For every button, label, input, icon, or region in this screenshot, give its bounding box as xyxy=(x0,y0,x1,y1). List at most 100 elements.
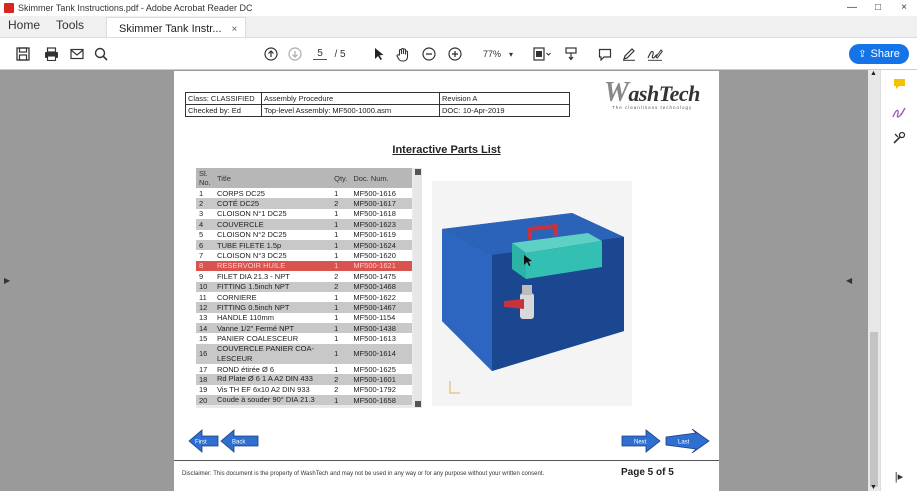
parts-cell-title: Coude à souder 90° DIA 21.3 xyxy=(213,395,332,406)
page-number-input[interactable]: 5 xyxy=(312,44,328,64)
parts-row[interactable]: 8 RESERVOIR HUILE 1 MF500-1621 xyxy=(196,260,412,272)
parts-cell-qty: 1 xyxy=(331,363,351,375)
parts-cell-doc: MF500-1617 xyxy=(350,198,412,209)
parts-scroll-down[interactable] xyxy=(415,401,421,407)
select-pointer-icon[interactable] xyxy=(370,44,388,64)
parts-row[interactable]: 19 Vis TH EF 6x10 A2 DIN 933 2 MF500-1792 xyxy=(196,384,412,396)
zoom-level-select[interactable]: 77% ▾ xyxy=(478,44,518,64)
menu-bar: Home Tools Skimmer Tank Instr... × xyxy=(0,16,917,38)
sign-icon[interactable] xyxy=(646,44,664,64)
minimize-button[interactable]: — xyxy=(839,0,865,16)
parts-row[interactable]: 17 ROND étirée Ø 6 1 MF500-1625 xyxy=(196,363,412,375)
parts-cell-title: Vis TH EF 6x10 A2 DIN 933 xyxy=(213,384,332,396)
scrollbar-thumb[interactable] xyxy=(870,332,878,487)
print-icon[interactable] xyxy=(42,44,60,64)
parts-cell-qty: 1 xyxy=(331,395,351,406)
parts-row[interactable]: 10 FITTING 1.5inch NPT 2 MF500-1468 xyxy=(196,281,412,292)
close-window-button[interactable]: × xyxy=(891,0,917,16)
parts-row[interactable]: 9 FILET DIA 21.3 - NPT 2 MF500-1475 xyxy=(196,271,412,282)
scroll-up-icon[interactable]: ▲ xyxy=(870,70,877,77)
menu-home[interactable]: Home xyxy=(0,18,48,37)
parts-cell-title: HANDLE 110mm xyxy=(213,312,332,324)
header-assembly: Top-level Assembly: MF500-1000.asm xyxy=(261,104,440,117)
parts-row[interactable]: 6 TUBE FILETE 1.5p 1 MF500-1624 xyxy=(196,239,412,251)
parts-cell-qty: 2 xyxy=(331,281,351,292)
hand-tool-icon[interactable] xyxy=(394,44,412,64)
fill-sign-icon[interactable] xyxy=(891,104,907,120)
parts-cell-qty: 1 xyxy=(331,260,351,272)
expand-left-pane-icon[interactable]: ▶ xyxy=(4,276,10,285)
axis-triad-icon xyxy=(449,381,460,394)
parts-scroll-up[interactable] xyxy=(415,169,421,175)
share-button[interactable]: ⇪ Share xyxy=(849,44,909,64)
email-icon[interactable] xyxy=(68,44,86,64)
collapse-tools-icon[interactable]: |▸ xyxy=(891,468,907,484)
parts-row[interactable]: 4 COUVERCLE 1 MF500-1623 xyxy=(196,219,412,230)
disclaimer-text: Disclaimer: This document is the propert… xyxy=(182,471,545,477)
vertical-scrollbar[interactable]: ▲ ▼ xyxy=(868,70,880,491)
next-page-icon[interactable] xyxy=(286,44,304,64)
parts-cell-doc: MF500-1792 xyxy=(350,384,412,396)
parts-cell-qty: 2 xyxy=(331,271,351,282)
comment-icon[interactable] xyxy=(596,44,614,64)
parts-column-header: Title xyxy=(213,168,332,188)
parts-table-header: Sl. No. Title Qty. Doc. Num. xyxy=(196,168,412,188)
more-tools-icon[interactable] xyxy=(891,130,907,146)
parts-row[interactable]: 15 PANIER COALESCEUR 1 MF500-1613 xyxy=(196,333,412,344)
highlight-pen-icon[interactable] xyxy=(620,44,638,64)
parts-cell-title: FITTING 1.5inch NPT xyxy=(213,281,332,292)
parts-cell-no: 7 xyxy=(196,250,214,261)
parts-row[interactable]: 16 COUVERCLE PANIER COA-LESCEUR 1 MF500-161… xyxy=(196,343,412,364)
parts-row[interactable]: 7 CLOISON N°3 DC25 1 MF500-1620 xyxy=(196,250,412,261)
parts-cell-no: 4 xyxy=(196,219,214,230)
washtech-logo: WashTech The cleanliness technology xyxy=(604,77,700,110)
parts-row[interactable]: 13 HANDLE 110mm 1 MF500-1154 xyxy=(196,312,412,324)
parts-cell-no: 13 xyxy=(196,312,214,324)
scroll-down-icon[interactable]: ▼ xyxy=(870,484,877,491)
parts-row[interactable]: 3 CLOISON N°1 DC25 1 MF500-1618 xyxy=(196,208,412,220)
parts-cell-no: 17 xyxy=(196,363,214,375)
parts-cell-qty: 1 xyxy=(331,343,351,364)
share-label: Share xyxy=(870,48,900,60)
parts-list-scrollbar[interactable] xyxy=(414,168,422,408)
acrobat-app-icon xyxy=(4,3,14,13)
parts-cell-title: ROND étirée Ø 6 xyxy=(213,363,332,375)
close-tab-icon[interactable]: × xyxy=(232,24,238,35)
parts-row[interactable]: 2 COTÉ DC25 2 MF500-1617 xyxy=(196,198,412,209)
document-tab-label: Skimmer Tank Instr... xyxy=(119,23,222,35)
parts-row[interactable]: 11 CORNIERE 1 MF500-1622 xyxy=(196,291,412,303)
previous-page-icon[interactable] xyxy=(262,44,280,64)
parts-row[interactable]: 20 Coude à souder 90° DIA 21.3 1 MF500-1658 xyxy=(196,395,412,406)
parts-cell-no: 19 xyxy=(196,384,214,396)
parts-row[interactable]: 18 Rd Plate Ø 6 1 A A2 DIN 433 2 MF500-1601 xyxy=(196,374,412,385)
parts-cell-title: CLOISON N°2 DC25 xyxy=(213,229,332,240)
scroll-mode-icon[interactable] xyxy=(562,44,580,64)
parts-table: Sl. No. Title Qty. Doc. Num. 1 CORPS DC25 1 MF… xyxy=(196,168,412,406)
zoom-out-icon[interactable] xyxy=(420,44,438,64)
parts-cell-doc: MF500-1622 xyxy=(350,291,412,303)
maximize-button[interactable]: □ xyxy=(865,0,891,16)
zoom-in-icon[interactable] xyxy=(446,44,464,64)
parts-row[interactable]: 12 FITTING 0.5inch NPT 1 MF500-1467 xyxy=(196,302,412,313)
comment-tool-icon[interactable] xyxy=(891,76,907,92)
parts-cell-no: 16 xyxy=(196,343,214,364)
parts-row[interactable]: 1 CORPS DC25 1 MF500-1616 xyxy=(196,188,412,199)
3d-model-view[interactable] xyxy=(432,181,632,406)
parts-row[interactable]: 14 Vanne 1/2" Fermé NPT 1 MF500-1438 xyxy=(196,323,412,334)
parts-cell-doc: MF500-1154 xyxy=(350,312,412,324)
collapse-right-pane-icon[interactable]: ◀ xyxy=(846,276,852,285)
fit-page-icon[interactable] xyxy=(530,44,554,64)
parts-column-header: Qty. xyxy=(331,168,351,188)
next-label: Next xyxy=(634,440,647,446)
window-controls: — □ × xyxy=(839,0,917,16)
parts-cell-doc: MF500-1467 xyxy=(350,302,412,313)
next-last-buttons: Next Last xyxy=(620,428,710,454)
fitting-top xyxy=(522,285,532,295)
parts-cell-title: FILET DIA 21.3 - NPT xyxy=(213,271,332,282)
menu-tools[interactable]: Tools xyxy=(48,18,92,37)
parts-row[interactable]: 5 CLOISON N°2 DC25 1 MF500-1619 xyxy=(196,229,412,240)
document-tab[interactable]: Skimmer Tank Instr... × xyxy=(106,17,247,37)
parts-list: Sl. No. Title Qty. Doc. Num. 1 CORPS DC25 1 MF… xyxy=(196,168,422,408)
save-icon[interactable] xyxy=(14,44,32,64)
search-icon[interactable] xyxy=(92,44,110,64)
